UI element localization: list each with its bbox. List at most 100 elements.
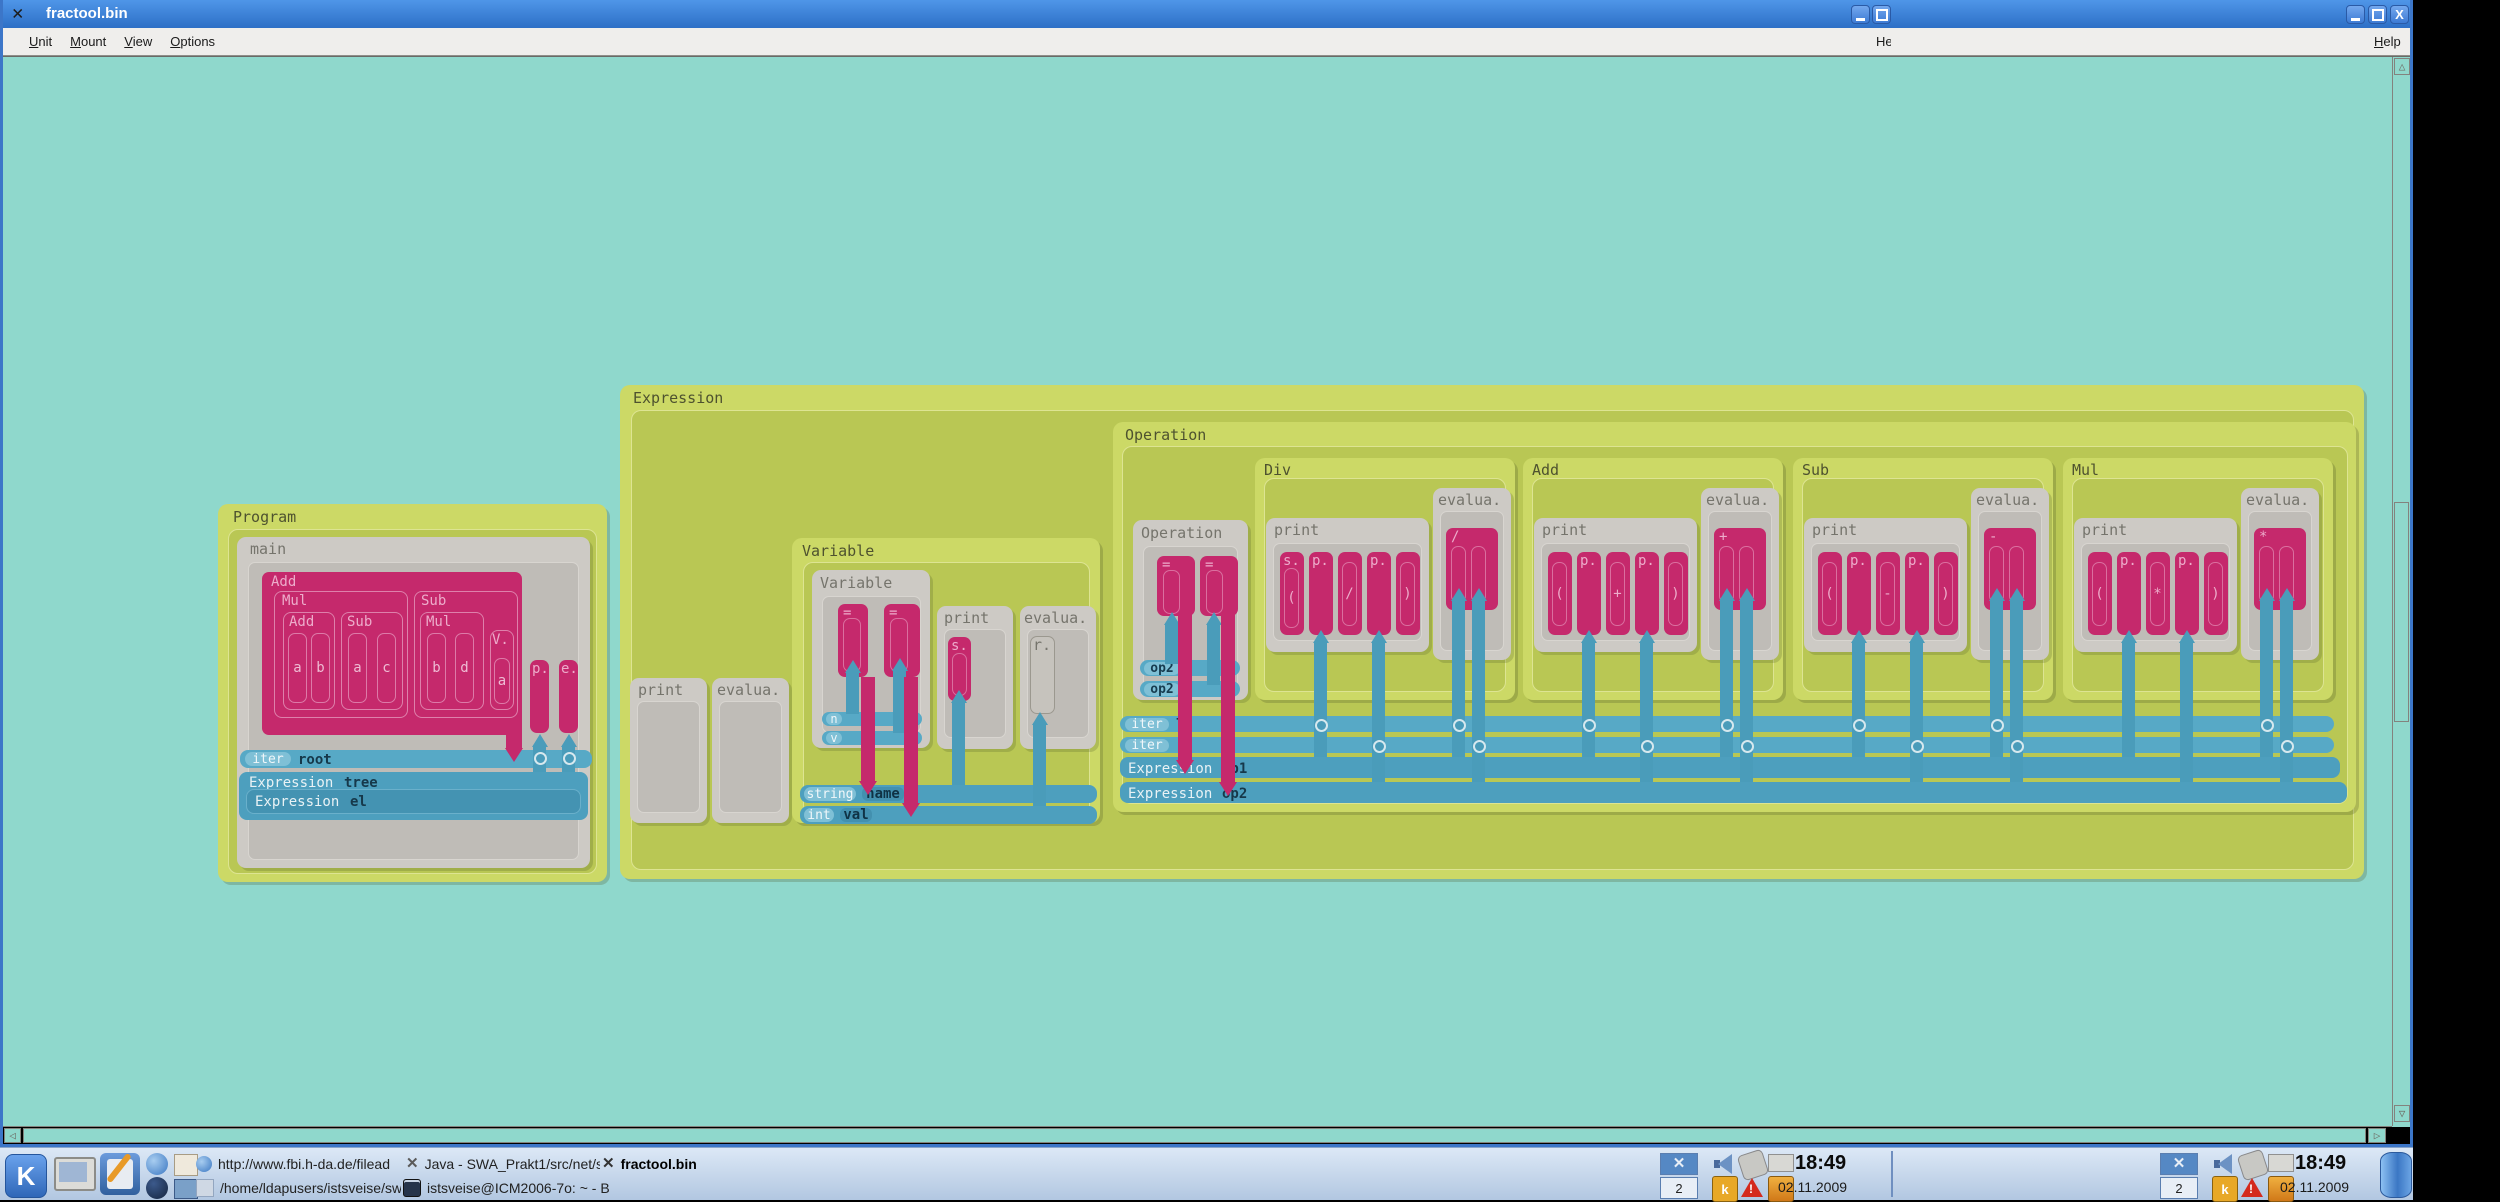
assign-arrow-down xyxy=(1176,760,1194,774)
field-row-expression-op2[interactable]: Expression op2 xyxy=(1120,782,2347,803)
connector xyxy=(1314,642,1327,757)
main-label: main xyxy=(250,542,286,557)
field-row-string-name[interactable]: string name xyxy=(800,785,1097,803)
keyboard-icon[interactable] xyxy=(2268,1154,2294,1172)
print-label: print xyxy=(1542,523,1587,538)
add-label: Add xyxy=(1532,463,1559,478)
connector-node xyxy=(1583,719,1596,732)
field-row-expression-el[interactable]: Expression el xyxy=(246,789,581,814)
warning-icon[interactable]: ! xyxy=(2240,1176,2264,1200)
leaf-a[interactable]: a xyxy=(348,633,367,703)
close-button[interactable]: X xyxy=(2390,5,2409,24)
connector-node xyxy=(2011,740,2024,753)
clock-time[interactable]: 18:49 xyxy=(1795,1152,1846,1175)
op-glyph: + xyxy=(1719,530,1727,544)
leaf-a[interactable]: a xyxy=(288,633,307,703)
field-row-expression-tree[interactable]: Expression tree Expression el xyxy=(239,772,588,820)
clock-time[interactable]: 18:49 xyxy=(2295,1152,2346,1175)
notes-icon[interactable] xyxy=(100,1153,140,1195)
leaf-d[interactable]: d xyxy=(455,633,474,703)
window-titlebar[interactable]: ✕ fractool.bin xyxy=(0,0,2413,28)
param-chip: op2 xyxy=(1144,683,1180,696)
print-label: print xyxy=(1274,523,1319,538)
task-java[interactable]: ✕ Java - SWA_Prakt1/src/net/sv xyxy=(406,1153,600,1174)
connector xyxy=(1910,642,1923,782)
klipper-icon[interactable]: k xyxy=(1712,1176,1738,1202)
clock-date[interactable]: 02.11.2009 xyxy=(2280,1179,2349,1195)
tree-add-label: Add xyxy=(271,575,296,589)
task-file-manager[interactable]: /home/ldapusers/istsveise/sw xyxy=(196,1177,401,1198)
mail-icon[interactable] xyxy=(174,1154,198,1176)
pager-desktop2[interactable]: 2 xyxy=(2160,1177,2198,1199)
vscroll-divider xyxy=(2392,57,2393,1126)
scroll-left-button[interactable]: ◁ xyxy=(4,1128,21,1143)
evaluate-label: evalua. xyxy=(1438,493,1501,508)
expression-label: Expression xyxy=(633,391,723,406)
leaf-b[interactable]: b xyxy=(427,633,446,703)
field-row-int-val[interactable]: int val xyxy=(800,806,1097,824)
pager-desktop2[interactable]: 2 xyxy=(1660,1177,1698,1199)
pager-desktop1[interactable]: ✕ xyxy=(2160,1153,2198,1175)
connector xyxy=(1207,624,1220,685)
operation-class-label: Operation xyxy=(1141,526,1222,541)
menu-options[interactable]: Options xyxy=(170,34,215,49)
connector-node xyxy=(1453,719,1466,732)
pager-desktop1[interactable]: ✕ xyxy=(1660,1153,1698,1175)
browser-globe-icon[interactable] xyxy=(146,1177,168,1199)
maximize-button[interactable] xyxy=(2368,5,2387,24)
network-places-icon[interactable] xyxy=(174,1179,198,1199)
screen: { "window": { "title": "fractool.bin" },… xyxy=(0,0,2500,1200)
menu-view[interactable]: View xyxy=(124,34,152,49)
minimize-button[interactable] xyxy=(1851,5,1870,24)
scroll-up-button[interactable]: △ xyxy=(2394,58,2410,75)
operation-label: Operation xyxy=(1125,428,1206,443)
vscroll-thumb[interactable] xyxy=(2394,502,2409,722)
evaluate-label: evalua. xyxy=(2246,493,2309,508)
pager-label: 2 xyxy=(1675,1181,1682,1196)
glyph-slot: ) xyxy=(1400,562,1415,626)
glyph-slot: ( xyxy=(1552,562,1567,626)
assign-arrow-down xyxy=(859,781,877,795)
warning-glyph: ! xyxy=(2249,1182,2253,1196)
k-menu-icon: K xyxy=(17,1161,36,1192)
r-block-label: r. xyxy=(1033,638,1051,653)
field-row-expression-op1[interactable]: Expression op1 xyxy=(1120,757,2340,778)
scroll-down-button[interactable]: ▽ xyxy=(2394,1105,2410,1122)
menu-mount[interactable]: Mount xyxy=(70,34,106,49)
connector-node xyxy=(1641,740,1654,753)
connector xyxy=(2260,600,2273,757)
menu-help-clipped[interactable]: He xyxy=(1876,35,1891,48)
maximize-button[interactable] xyxy=(1872,5,1891,24)
scroll-right-button[interactable]: ▷ xyxy=(2368,1128,2386,1143)
menu-unit[interactable]: Unit xyxy=(29,34,52,49)
task-browser[interactable]: http://www.fbi.h-da.de/filead xyxy=(196,1153,404,1174)
connector-node xyxy=(1991,719,2004,732)
warning-icon[interactable]: ! xyxy=(1740,1176,1764,1200)
leaf-a[interactable]: a xyxy=(494,658,510,704)
desktop-icon[interactable] xyxy=(54,1157,96,1191)
type-text: Expression xyxy=(255,794,339,810)
task-fractool-active[interactable]: ✕ fractool.bin xyxy=(602,1153,772,1174)
clock-date[interactable]: 02.11.2009 xyxy=(1778,1179,1847,1195)
maximize-icon xyxy=(2372,9,2384,21)
connector xyxy=(952,702,965,785)
hscroll-thumb[interactable] xyxy=(23,1128,2366,1143)
glyph-slot: / xyxy=(1342,562,1357,626)
k-menu-button[interactable]: K xyxy=(5,1154,47,1198)
network-globe-icon[interactable] xyxy=(146,1153,168,1175)
window-border-right xyxy=(2410,0,2413,1147)
task-terminal[interactable]: istsveise@ICM2006-7o: ~ - B xyxy=(403,1177,758,1198)
pager-window-icon: ✕ xyxy=(2173,1156,2186,1172)
desktop-icon-screen xyxy=(59,1162,87,1182)
connector xyxy=(2180,642,2193,782)
klipper-icon[interactable]: k xyxy=(2212,1176,2238,1202)
leaf-b[interactable]: b xyxy=(311,633,330,703)
leaf-c[interactable]: c xyxy=(377,633,396,703)
glass-device-icon[interactable] xyxy=(2380,1152,2412,1198)
menu-help[interactable]: Help xyxy=(2374,35,2401,48)
minimize-button[interactable] xyxy=(2346,5,2365,24)
volume-icon[interactable] xyxy=(2212,1152,2236,1176)
keyboard-icon[interactable] xyxy=(1768,1154,1794,1172)
volume-icon[interactable] xyxy=(1712,1152,1736,1176)
connector-node xyxy=(1315,719,1328,732)
